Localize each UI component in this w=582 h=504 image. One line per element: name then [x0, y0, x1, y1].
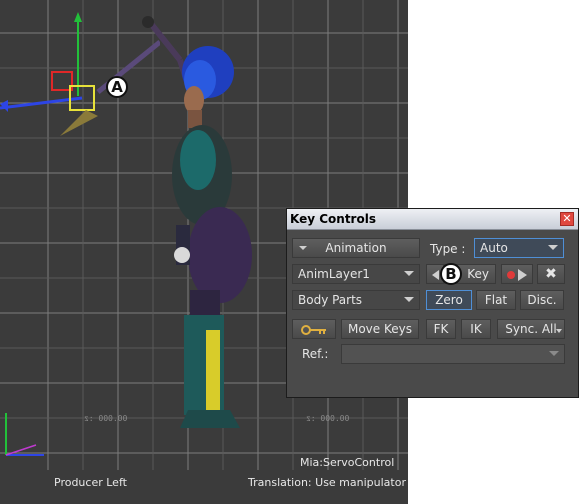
key-icon-button[interactable]: [292, 319, 336, 339]
record-button[interactable]: [501, 264, 533, 284]
type-dropdown[interactable]: Auto: [474, 238, 564, 258]
ik-button[interactable]: IK: [461, 319, 491, 339]
record-dot-icon: [506, 270, 515, 279]
flat-button-label: Flat: [484, 293, 508, 307]
type-label: Type :: [430, 242, 466, 256]
chevron-down-icon: [404, 271, 414, 276]
zero-button[interactable]: Zero: [426, 290, 472, 310]
body-parts-dropdown[interactable]: Body Parts: [292, 290, 420, 310]
ik-label: IK: [470, 322, 482, 336]
zero-button-label: Zero: [435, 293, 463, 307]
character-figure[interactable]: [120, 0, 280, 430]
chevron-down-icon: [556, 329, 562, 333]
callout-b: B: [440, 263, 462, 285]
close-button[interactable]: ✕: [560, 212, 574, 226]
body-parts-value: Body Parts: [298, 293, 363, 307]
fk-label: FK: [433, 322, 449, 336]
chevron-down-icon: [404, 297, 414, 302]
flat-button[interactable]: Flat: [476, 290, 516, 310]
character-name: Mia:ServoControl: [300, 456, 395, 469]
triangle-left-icon: [431, 269, 439, 280]
x-icon: ✖: [545, 266, 557, 282]
sync-all-button[interactable]: Sync. All: [497, 319, 565, 339]
animation-button-label: Animation: [325, 241, 387, 255]
anim-layer-dropdown[interactable]: AnimLayer1: [292, 264, 420, 284]
manipulator-status: Translation: Use manipulator: [248, 476, 406, 489]
clear-key-button[interactable]: ✖: [537, 264, 565, 284]
grid-number-right: 00.000 :z: [306, 414, 350, 423]
sync-all-label: Sync. All: [505, 322, 557, 336]
key-controls-titlebar[interactable]: Key Controls ✕: [287, 209, 578, 230]
key-controls-title: Key Controls: [290, 212, 376, 226]
key-button-label: Key: [467, 267, 489, 281]
chevron-down-icon: [549, 351, 559, 356]
ref-label: Ref.:: [302, 347, 329, 361]
key-controls-window: Key Controls ✕ Animation Type : Auto Ani…: [286, 208, 579, 398]
grid-number-left: 00.000 :z: [84, 414, 128, 423]
key-icon: [301, 324, 326, 335]
callout-a: A: [106, 76, 128, 98]
anim-layer-value: AnimLayer1: [298, 267, 370, 281]
fk-button[interactable]: FK: [426, 319, 456, 339]
axis-indicator: [5, 413, 44, 456]
disc-button[interactable]: Disc.: [520, 290, 564, 310]
move-keys-button[interactable]: Move Keys: [341, 319, 419, 339]
ref-dropdown[interactable]: [341, 344, 565, 364]
chevron-down-icon: [299, 246, 307, 250]
disc-button-label: Disc.: [527, 293, 557, 307]
camera-name: Producer Left: [54, 476, 127, 489]
move-keys-label: Move Keys: [347, 322, 412, 336]
play-icon: [518, 268, 528, 281]
chevron-down-icon: [548, 245, 558, 250]
animation-dropdown-button[interactable]: Animation: [292, 238, 420, 258]
type-value: Auto: [480, 241, 508, 255]
